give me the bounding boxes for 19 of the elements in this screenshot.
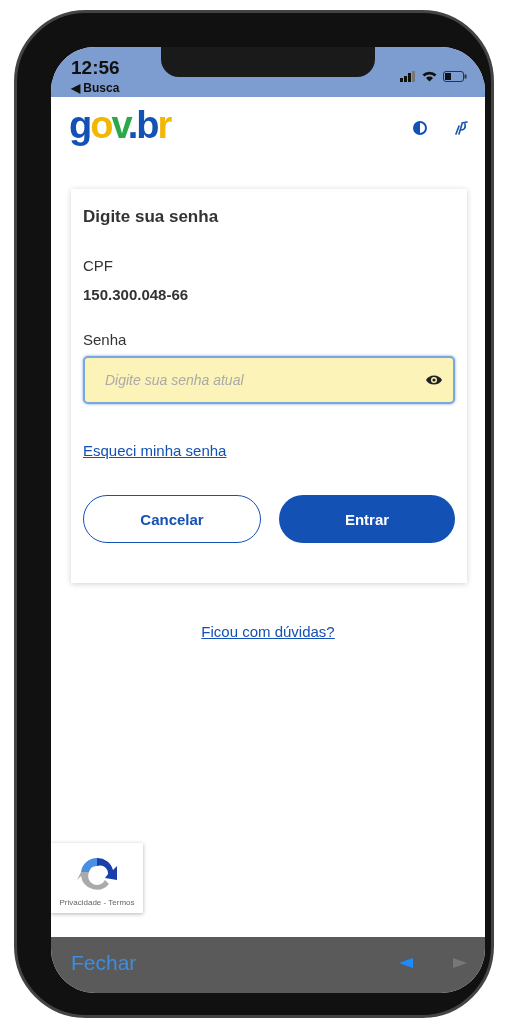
cancel-button[interactable]: Cancelar [83, 495, 261, 543]
eye-icon[interactable] [425, 374, 443, 386]
cpf-value: 150.300.048-66 [83, 286, 190, 303]
contrast-icon[interactable] [413, 121, 427, 135]
forgot-password-link[interactable]: Esqueci minha senha [83, 442, 227, 459]
recaptcha-badge[interactable]: Privacidade - Termos [51, 843, 143, 913]
status-time: 12:56 [71, 57, 121, 79]
recaptcha-text[interactable]: Privacidade - Termos [59, 898, 135, 907]
wifi-icon [422, 70, 437, 82]
password-field[interactable]: Digite sua senha atual [83, 356, 455, 404]
site-logo[interactable]: gov.br [69, 106, 171, 144]
battery-icon [443, 70, 467, 82]
help-link[interactable]: Ficou com dúvidas? [201, 623, 335, 640]
signal-icon [400, 70, 416, 82]
cpf-label: CPF [83, 257, 114, 274]
submit-button[interactable]: Entrar [279, 495, 455, 543]
back-to-app-link[interactable]: ◀ Busca [71, 81, 161, 95]
card-title: Digite sua senha [83, 207, 220, 227]
password-label: Senha [83, 331, 128, 348]
